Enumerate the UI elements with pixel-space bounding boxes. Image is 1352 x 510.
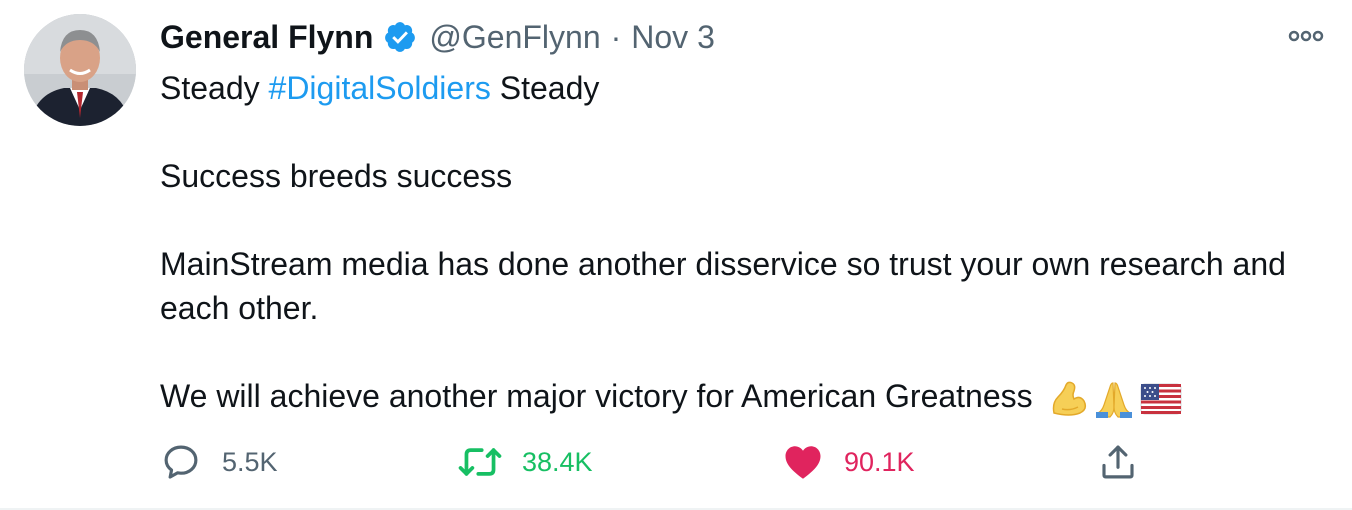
- flexed-biceps-icon: [1052, 381, 1086, 416]
- heart-icon: [785, 446, 821, 479]
- more-options-icon[interactable]: [1286, 24, 1326, 48]
- tweet-paragraph-3: MainStream media has done another disser…: [160, 246, 1286, 326]
- retweet-count: 38.4K: [522, 446, 593, 477]
- reply-icon: [164, 445, 198, 479]
- folded-hands-icon: [1095, 381, 1132, 418]
- tweet-paragraph-2: Success breeds success: [160, 158, 513, 194]
- separator-dot: ·: [610, 18, 622, 55]
- tweet-paragraph-1: Steady #DigitalSoldiers Steady: [160, 66, 1330, 110]
- verified-badge-icon: [385, 22, 416, 52]
- share-icon: [1102, 445, 1134, 479]
- tweet-header: General Flynn @GenFlynn · Nov 3: [160, 16, 715, 58]
- tweet-paragraph-4: We will achieve another major victory fo…: [160, 374, 1330, 419]
- like-button[interactable]: 90.1K: [782, 440, 915, 484]
- author-handle[interactable]: @GenFlynn: [429, 19, 600, 56]
- action-bar: 5.5K 38.4K 90.1K: [160, 440, 1160, 484]
- tweet-text: Steady #DigitalSoldiers Steady Success b…: [160, 66, 1330, 419]
- us-flag-icon: [1140, 383, 1182, 415]
- reply-count: 5.5K: [222, 446, 278, 477]
- retweet-button[interactable]: 38.4K: [458, 440, 593, 484]
- author-display-name[interactable]: General Flynn: [160, 19, 373, 56]
- text-steady-suffix: Steady: [490, 70, 600, 106]
- text-steady-prefix: Steady: [160, 70, 269, 106]
- tweet-card[interactable]: General Flynn @GenFlynn · Nov 3 Steady #…: [0, 0, 1352, 510]
- tweet-date[interactable]: Nov 3: [631, 19, 715, 56]
- retweet-icon: [458, 448, 502, 476]
- avatar[interactable]: [24, 14, 136, 126]
- tweet-paragraph-4-text: We will achieve another major victory fo…: [160, 378, 1033, 414]
- like-count: 90.1K: [844, 446, 915, 477]
- reply-button[interactable]: 5.5K: [160, 440, 278, 484]
- hashtag-link[interactable]: #DigitalSoldiers: [269, 70, 491, 106]
- share-button[interactable]: [1097, 440, 1139, 484]
